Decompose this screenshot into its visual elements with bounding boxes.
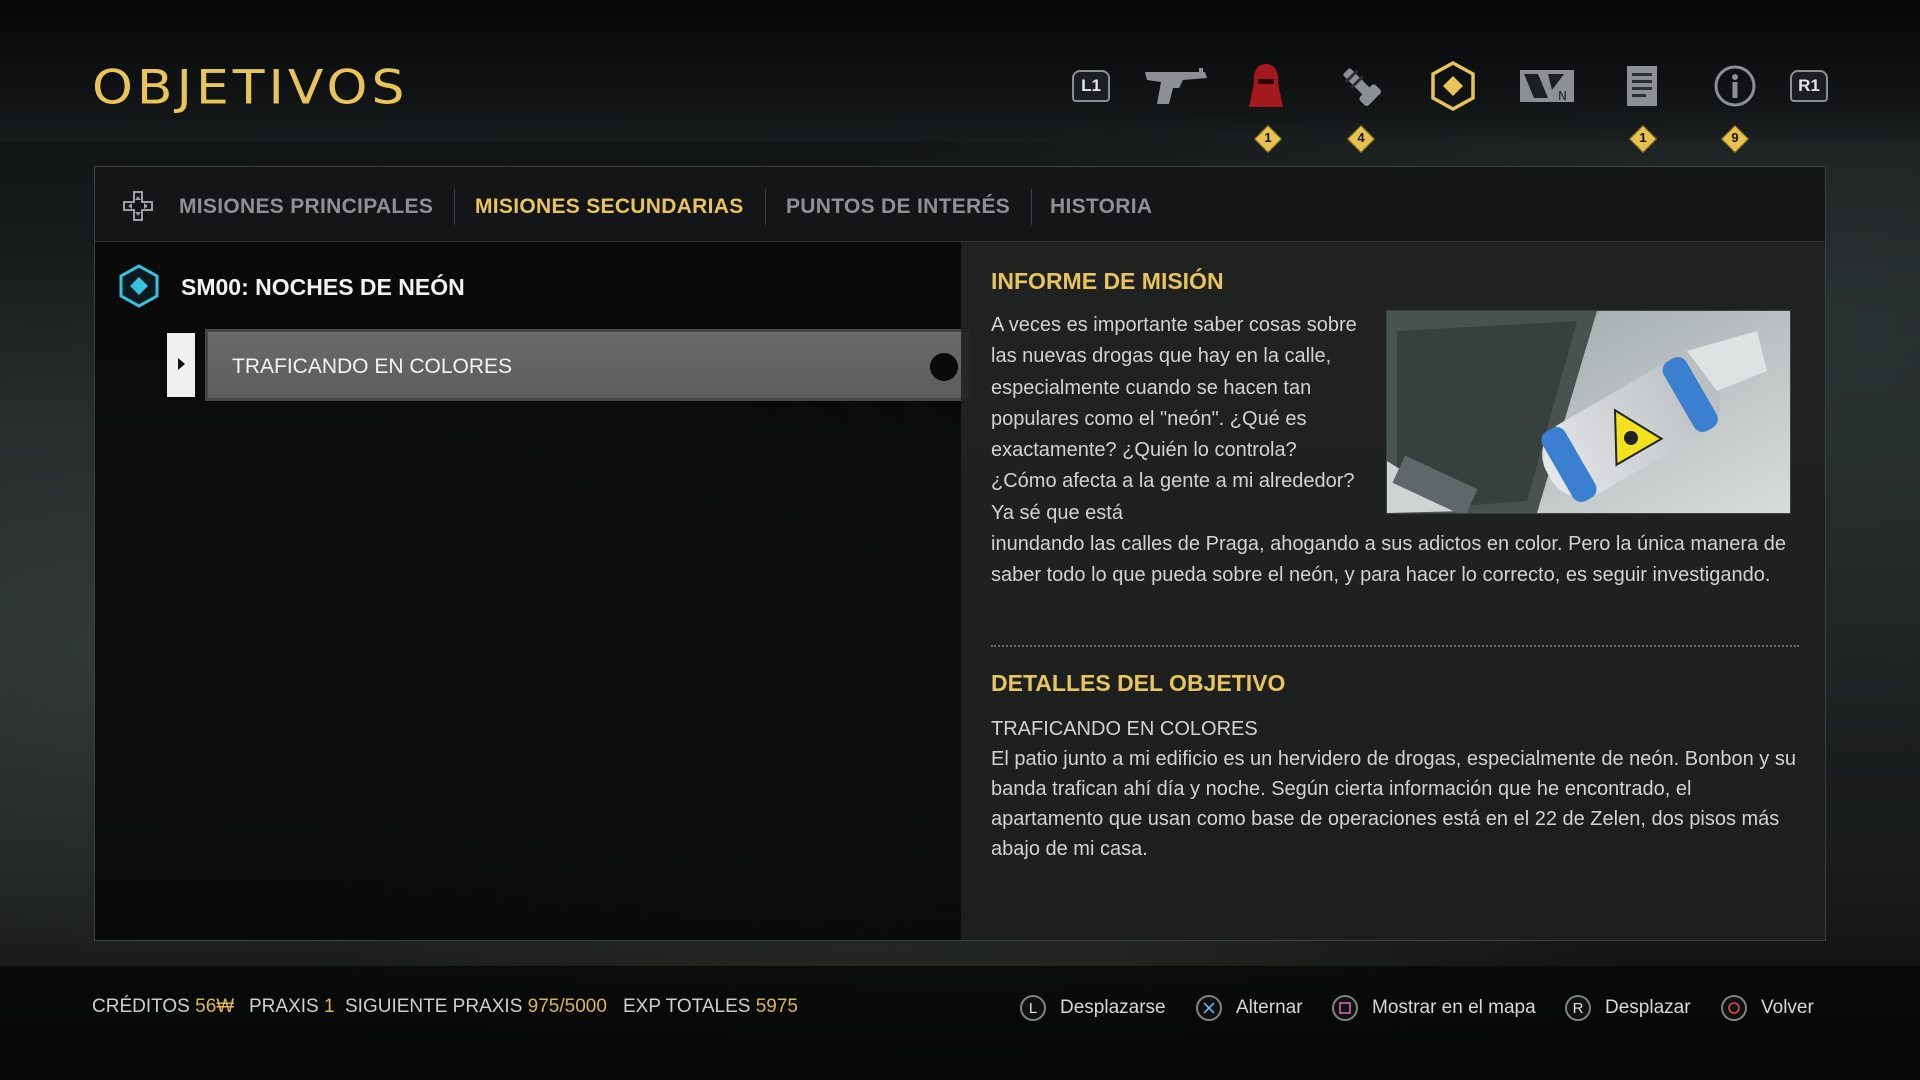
footer-bar: CRÉDITOS 56₩ PRAXIS 1 SIGUIENTE PRAXIS 9… (0, 966, 1920, 1080)
enemy-hood-icon[interactable] (1240, 60, 1292, 112)
praxis-value: 1 (323, 996, 335, 1017)
page-title: OBJETIVOS (92, 61, 409, 115)
objective-bar[interactable]: TRAFICANDO EN COLORES (205, 329, 971, 401)
hint-label: Volver (1761, 997, 1814, 1018)
pistol-icon[interactable] (1142, 60, 1212, 112)
tab-divider (454, 189, 455, 225)
svg-text:N: N (1558, 89, 1567, 103)
hint-toggle[interactable]: Alternar (1196, 992, 1303, 1024)
objective-item[interactable]: TRAFICANDO EN COLORES (167, 329, 971, 401)
hint-show-on-map[interactable]: Mostrar en el mapa (1332, 992, 1536, 1024)
tab-misiones-principales[interactable]: MISIONES PRINCIPALES (179, 195, 433, 219)
document-icon[interactable] (1616, 60, 1668, 112)
mission-title: SM00: NOCHES DE NEÓN (181, 274, 465, 300)
tab-puntos-de-interes[interactable]: PUNTOS DE INTERÉS (786, 195, 1010, 219)
praxis-label: PRAXIS (249, 996, 319, 1017)
next-praxis-value: 975/5000 (527, 996, 607, 1017)
dpad-icon (123, 191, 153, 221)
selection-arrow-icon (167, 333, 195, 397)
objective-diamond-icon[interactable] (1427, 60, 1479, 112)
tab-divider (765, 189, 766, 225)
info-icon[interactable] (1709, 60, 1761, 112)
tab-divider (1031, 189, 1032, 225)
tab-bar: MISIONES PRINCIPALES MISIONES SECUNDARIA… (95, 167, 1825, 242)
tab-historia[interactable]: HISTORIA (1050, 195, 1152, 219)
next-praxis-stat: SIGUIENTE PRAXIS 975/5000 (345, 996, 607, 1018)
praxis-stat: PRAXIS 1 (249, 996, 335, 1018)
neuropozyne-logo-icon[interactable]: N (1517, 60, 1577, 112)
credits-value: 56₩ (195, 996, 235, 1017)
briefing-text-part2: inundando las calles de Praga, ahogando … (991, 533, 1786, 587)
objective-details-subtitle: TRAFICANDO EN COLORES (991, 718, 1258, 740)
l1-shoulder-button[interactable]: L1 (1065, 60, 1117, 112)
hint-back[interactable]: Volver (1721, 992, 1814, 1024)
mission-image (1386, 310, 1791, 514)
briefing-text-part1: A veces es importante saber cosas sobre … (991, 314, 1357, 524)
mission-details: INFORME DE MISIÓN A veces es importante … (961, 242, 1825, 940)
mission-list: SM00: NOCHES DE NEÓN TRAFICANDO EN COLOR… (95, 242, 971, 940)
hint-scroll-left-stick[interactable]: L Desplazarse (1020, 992, 1166, 1024)
next-praxis-label: SIGUIENTE PRAXIS (345, 996, 523, 1017)
left-stick-icon: L (1020, 995, 1046, 1021)
objective-details-text: El patio junto a mi edificio es un hervi… (991, 748, 1796, 860)
hint-label: Desplazarse (1060, 997, 1166, 1018)
objectives-panel: MISIONES PRINCIPALES MISIONES SECUNDARIA… (94, 166, 1826, 941)
objective-details-body: TRAFICANDO EN COLORES El patio junto a m… (991, 714, 1799, 864)
hint-label: Alternar (1236, 997, 1303, 1018)
tab-misiones-secundarias[interactable]: MISIONES SECUNDARIAS (475, 195, 744, 219)
total-exp-stat: EXP TOTALES 5975 (623, 996, 798, 1018)
l1-label: L1 (1072, 70, 1110, 102)
hint-label: Mostrar en el mapa (1372, 997, 1536, 1018)
document-count-badge: 1 (1628, 124, 1658, 154)
side-mission-icon (119, 264, 159, 308)
info-count-badge: 9 (1720, 124, 1750, 154)
objective-status-dot-icon (930, 353, 958, 381)
r1-shoulder-button[interactable]: R1 (1783, 60, 1835, 112)
objective-label: TRAFICANDO EN COLORES (232, 355, 513, 378)
total-exp-value: 5975 (755, 996, 798, 1017)
top-bar: OBJETIVOS L1 N R1 1 4 1 9 (0, 0, 1920, 154)
tool-icon[interactable] (1335, 60, 1387, 112)
credits-label: CRÉDITOS (92, 996, 190, 1017)
enemy-count-badge: 1 (1253, 124, 1283, 154)
square-button-icon (1332, 995, 1358, 1021)
credits-stat: CRÉDITOS 56₩ (92, 996, 234, 1018)
hint-label: Desplazar (1605, 997, 1691, 1018)
total-exp-label: EXP TOTALES (623, 996, 751, 1017)
circle-button-icon (1721, 995, 1747, 1021)
section-divider (991, 645, 1799, 647)
r1-label: R1 (1790, 70, 1828, 102)
hint-scroll-right-stick[interactable]: R Desplazar (1565, 992, 1691, 1024)
tool-count-badge: 4 (1346, 124, 1376, 154)
cross-button-icon (1196, 995, 1222, 1021)
objective-details-heading: DETALLES DEL OBJETIVO (991, 670, 1286, 696)
briefing-heading: INFORME DE MISIÓN (991, 268, 1224, 294)
right-stick-icon: R (1565, 995, 1591, 1021)
